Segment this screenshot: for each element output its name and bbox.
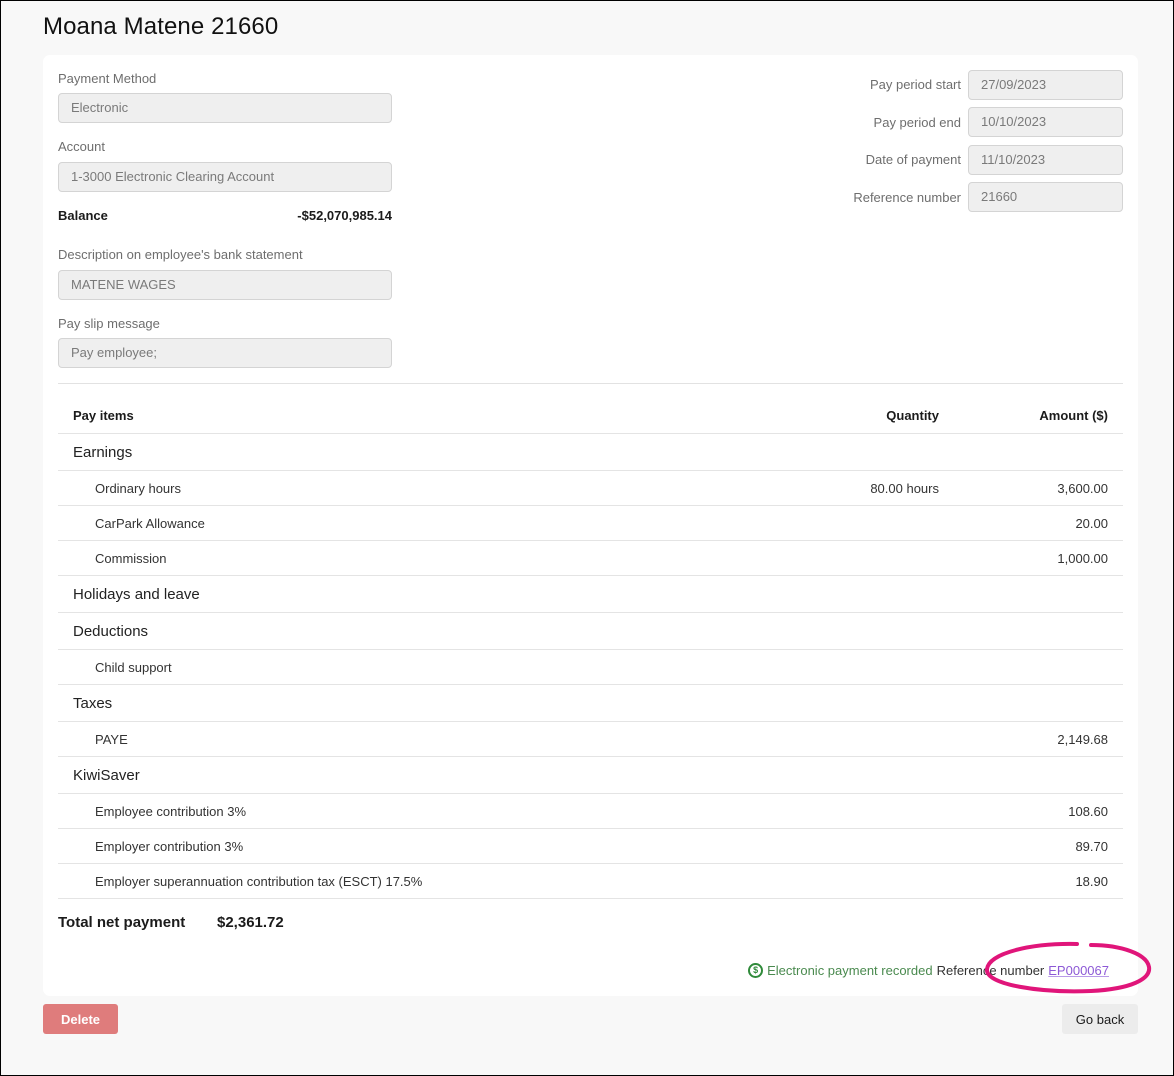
- item-amount: 18.90: [1075, 873, 1108, 889]
- status-text: Electronic payment recorded: [767, 963, 933, 978]
- bank-description-field[interactable]: MATENE WAGES: [58, 270, 392, 300]
- header-amount: Amount ($): [1039, 408, 1108, 423]
- balance-value: -$52,070,985.14: [297, 208, 392, 223]
- item-amount: 108.60: [1068, 803, 1108, 819]
- payment-method-field[interactable]: Electronic: [58, 93, 392, 123]
- table-row: Ordinary hours 80.00 hours 3,600.00: [58, 471, 1123, 506]
- group-name: Deductions: [73, 622, 149, 640]
- group-row-deductions: Deductions: [58, 613, 1123, 650]
- pay-slip-message-label: Pay slip message: [58, 316, 160, 331]
- date-of-payment-field[interactable]: 11/10/2023: [968, 145, 1123, 175]
- item-amount: 1,000.00: [1057, 550, 1108, 566]
- group-name: Taxes: [73, 694, 113, 712]
- item-name: Employer contribution 3%: [95, 838, 244, 854]
- item-amount: 20.00: [1075, 515, 1108, 531]
- total-net-payment-value: $2,361.72: [217, 914, 284, 931]
- item-name: CarPark Allowance: [95, 515, 205, 531]
- pay-slip-message-field[interactable]: Pay employee;: [58, 338, 392, 368]
- balance-label: Balance: [58, 208, 108, 223]
- item-name: PAYE: [95, 731, 128, 747]
- group-row-earnings: Earnings: [58, 434, 1123, 471]
- group-name: KiwiSaver: [73, 766, 140, 784]
- payment-status: $ Electronic payment recorded Reference …: [748, 963, 1109, 978]
- pay-period-start-field[interactable]: 27/09/2023: [968, 70, 1123, 100]
- date-of-payment-label: Date of payment: [865, 152, 961, 167]
- table-row: PAYE 2,149.68: [58, 722, 1123, 757]
- item-name: Child support: [95, 659, 172, 675]
- reference-number-label: Reference number: [853, 190, 961, 205]
- table-header: Pay items Quantity Amount ($): [58, 398, 1123, 434]
- table-row: CarPark Allowance 20.00: [58, 506, 1123, 541]
- go-back-button[interactable]: Go back: [1062, 1004, 1138, 1034]
- table-row: Child support: [58, 650, 1123, 685]
- item-name: Employer superannuation contribution tax…: [95, 873, 423, 889]
- item-name: Commission: [95, 550, 167, 566]
- table-row: Commission 1,000.00: [58, 541, 1123, 576]
- reference-number-field[interactable]: 21660: [968, 182, 1123, 212]
- group-name: Earnings: [73, 443, 133, 461]
- pay-period-start-label: Pay period start: [869, 77, 961, 92]
- group-name: Holidays and leave: [73, 585, 200, 603]
- header-quantity: Quantity: [886, 408, 939, 423]
- item-quantity: 80.00 hours: [870, 480, 939, 496]
- pay-details-card: Payment Method Electronic Account 1-3000…: [43, 55, 1138, 996]
- dollar-circle-icon: $: [748, 963, 764, 978]
- section-divider: [58, 383, 1123, 384]
- payment-method-label: Payment Method: [58, 71, 157, 86]
- reference-link[interactable]: EP000067: [1048, 963, 1109, 978]
- pay-period-end-label: Pay period end: [873, 115, 961, 130]
- group-row-taxes: Taxes: [58, 685, 1123, 722]
- delete-button[interactable]: Delete: [43, 1004, 118, 1034]
- table-row: Employee contribution 3% 108.60: [58, 794, 1123, 829]
- pay-items-table: Pay items Quantity Amount ($) Earnings O…: [58, 398, 1123, 899]
- item-amount: 3,600.00: [1057, 480, 1108, 496]
- group-row-holidays: Holidays and leave: [58, 576, 1123, 613]
- account-label: Account: [58, 139, 105, 154]
- reference-label: Reference number: [936, 963, 1045, 978]
- header-pay-items: Pay items: [73, 408, 134, 423]
- group-row-kiwisaver: KiwiSaver: [58, 757, 1123, 794]
- pay-period-end-field[interactable]: 10/10/2023: [968, 107, 1123, 137]
- page-title: Moana Matene 21660: [43, 13, 279, 40]
- bank-description-label: Description on employee's bank statement: [58, 247, 303, 262]
- table-row: Employer superannuation contribution tax…: [58, 864, 1123, 899]
- account-field[interactable]: 1-3000 Electronic Clearing Account: [58, 162, 392, 192]
- table-row: Employer contribution 3% 89.70: [58, 829, 1123, 864]
- item-amount: 89.70: [1075, 838, 1108, 854]
- item-name: Ordinary hours: [95, 480, 181, 496]
- total-net-payment-label: Total net payment: [58, 914, 186, 931]
- item-amount: 2,149.68: [1057, 731, 1108, 747]
- item-name: Employee contribution 3%: [95, 803, 247, 819]
